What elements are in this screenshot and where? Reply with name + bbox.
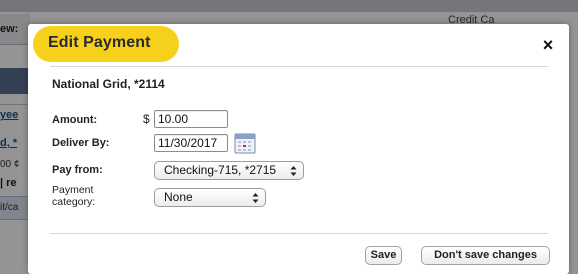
deliver-by-label: Deliver By: (52, 137, 110, 149)
payment-category-label-line1: Payment (52, 184, 94, 196)
dont-save-changes-button[interactable]: Don't save changes (421, 246, 550, 265)
calendar-icon[interactable] (234, 133, 256, 154)
dialog-title: Edit Payment (48, 34, 151, 51)
pay-from-select[interactable]: Checking-715, *2715 (154, 161, 304, 180)
payment-category-selected-value: None (164, 190, 193, 204)
header-divider (50, 66, 548, 67)
select-arrows-icon (290, 166, 297, 176)
deliver-by-date-input[interactable] (154, 134, 228, 152)
payee-name: National Grid, *2114 (52, 77, 165, 91)
payment-category-label: Payment category: (52, 184, 95, 208)
amount-input[interactable] (154, 110, 228, 128)
payment-category-select[interactable]: None (154, 188, 266, 207)
pay-from-selected-value: Checking-715, *2715 (164, 163, 277, 177)
payment-category-label-line2: category: (52, 196, 96, 208)
pay-from-label: Pay from: (52, 164, 103, 176)
amount-label: Amount: (52, 114, 98, 126)
footer-divider (50, 233, 548, 234)
close-icon[interactable]: × (539, 36, 557, 54)
select-arrows-icon (252, 193, 259, 203)
currency-symbol: $ (143, 112, 150, 126)
save-button[interactable]: Save (365, 246, 402, 265)
edit-payment-dialog: Edit Payment × National Grid, *2114 Amou… (28, 24, 569, 274)
